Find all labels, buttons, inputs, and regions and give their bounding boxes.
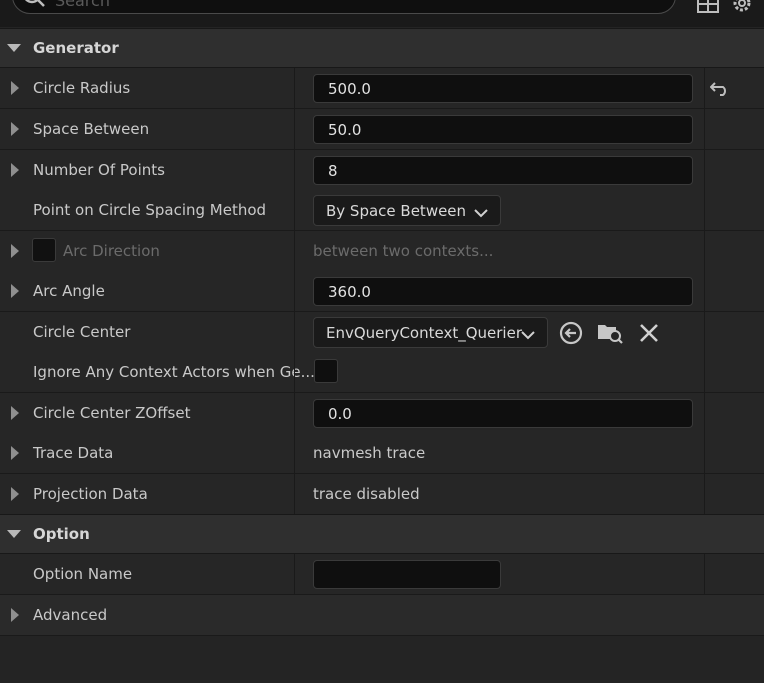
row-circle-center: Circle Center EnvQueryContext_Querier (0, 312, 764, 353)
row-option-name: Option Name (0, 554, 764, 595)
property-label: Ignore Any Context Actors when Ge... (33, 363, 315, 381)
space-between-field[interactable]: 50.0 (313, 115, 693, 144)
search-input[interactable]: Search (12, 0, 676, 14)
use-selected-icon[interactable] (558, 320, 584, 350)
property-label: Circle Radius (33, 79, 131, 97)
circle-radius-field[interactable]: 500.0 (313, 74, 693, 103)
property-label: Trace Data (33, 444, 114, 462)
property-label: Point on Circle Spacing Method (33, 201, 267, 219)
row-arc-direction: Arc Direction between two contexts... (0, 231, 764, 272)
section-generator[interactable]: Generator (0, 28, 764, 68)
empty-panel-area (0, 636, 764, 683)
property-label: Circle Center ZOffset (33, 404, 191, 422)
expand-arrow-icon[interactable] (11, 487, 19, 501)
arc-angle-field[interactable]: 360.0 (313, 277, 693, 306)
expand-arrow-icon[interactable] (11, 81, 19, 95)
collapse-arrow-icon[interactable] (7, 530, 21, 538)
section-option[interactable]: Option (0, 514, 764, 554)
dropdown-value: EnvQueryContext_Querier (326, 324, 522, 342)
arc-direction-checkbox[interactable] (32, 238, 56, 262)
collapse-arrow-icon[interactable] (7, 44, 21, 52)
chevron-down-icon (474, 204, 488, 222)
row-trace-data: Trace Data navmesh trace (0, 433, 764, 474)
expand-arrow-icon[interactable] (11, 163, 19, 177)
expand-arrow-icon[interactable] (11, 122, 19, 136)
row-ignore-context: Ignore Any Context Actors when Ge... (0, 352, 764, 393)
row-spacing-method: Point on Circle Spacing Method By Space … (0, 190, 764, 231)
property-label: Option Name (33, 565, 133, 583)
row-circle-radius: Circle Radius 500.0 (0, 68, 764, 109)
property-label: Circle Center (33, 323, 131, 341)
number-of-points-field[interactable]: 8 (313, 156, 693, 185)
chevron-down-icon (521, 326, 535, 344)
property-label: Arc Angle (33, 282, 105, 300)
property-label: Number Of Points (33, 161, 165, 179)
dropdown-value: By Space Between (326, 202, 467, 220)
property-label: Projection Data (33, 485, 148, 503)
row-number-of-points: Number Of Points 8 (0, 150, 764, 191)
section-title: Generator (33, 39, 119, 57)
expand-arrow-icon[interactable] (11, 406, 19, 420)
property-label: Space Between (33, 120, 150, 138)
search-bar: Search (0, 0, 764, 27)
property-label: Arc Direction (63, 242, 160, 260)
option-name-field[interactable] (313, 560, 501, 589)
row-advanced[interactable]: Advanced (0, 595, 764, 636)
expand-arrow-icon[interactable] (11, 284, 19, 298)
ignore-context-checkbox[interactable] (314, 359, 338, 383)
circle-center-dropdown[interactable]: EnvQueryContext_Querier (313, 317, 548, 348)
section-title: Option (33, 525, 90, 543)
row-projection-data: Projection Data trace disabled (0, 474, 764, 515)
reset-arrow-icon[interactable] (709, 80, 730, 100)
search-icon (21, 0, 47, 13)
expand-arrow-icon[interactable] (11, 244, 19, 258)
trace-data-value: navmesh trace (313, 444, 426, 462)
row-zoffset: Circle Center ZOffset 0.0 (0, 393, 764, 434)
zoffset-field[interactable]: 0.0 (313, 399, 693, 428)
property-label: Advanced (33, 606, 108, 624)
clear-icon[interactable] (638, 322, 660, 348)
arc-direction-value: between two contexts... (313, 242, 494, 260)
search-placeholder: Search (55, 0, 110, 10)
row-arc-angle: Arc Angle 360.0 (0, 271, 764, 312)
expand-arrow-icon[interactable] (11, 608, 19, 622)
row-space-between: Space Between 50.0 (0, 109, 764, 150)
spacing-method-dropdown[interactable]: By Space Between (313, 195, 501, 226)
browse-icon[interactable] (596, 319, 624, 349)
expand-arrow-icon[interactable] (11, 446, 19, 460)
projection-data-value: trace disabled (313, 485, 420, 503)
